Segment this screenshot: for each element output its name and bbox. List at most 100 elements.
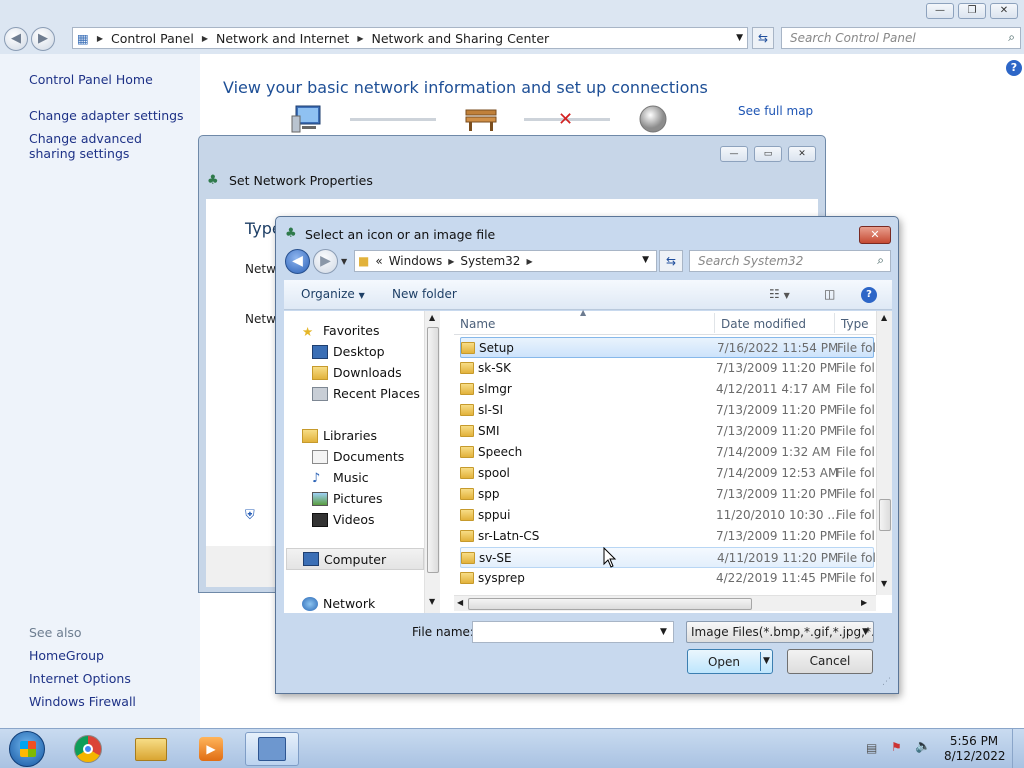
- open-dropdown-icon[interactable]: ▼: [763, 656, 770, 666]
- control-panel-search-input[interactable]: Search Control Panel ⌕: [781, 27, 1021, 49]
- file-row[interactable]: spp 7/13/2009 11:20 PMFile folder: [460, 484, 874, 505]
- change-advanced-sharing-link[interactable]: Change advanced sharing settings: [29, 131, 189, 161]
- show-desktop-button[interactable]: [1012, 729, 1024, 768]
- crumb-arrow-icon[interactable]: ▶: [523, 257, 535, 266]
- nav-computer[interactable]: Computer: [286, 548, 424, 570]
- scroll-up-arrow-icon[interactable]: ▲: [429, 313, 435, 322]
- file-row[interactable]: sk-SK 7/13/2009 11:20 PMFile folder: [460, 358, 874, 379]
- start-button[interactable]: [9, 731, 45, 767]
- search-icon[interactable]: ⌕: [1008, 30, 1015, 45]
- minimize-button[interactable]: —: [926, 3, 954, 19]
- new-folder-button[interactable]: New folder: [392, 287, 457, 301]
- address-bar[interactable]: ▦ ▶ Control Panel ▶ Network and Internet…: [72, 27, 748, 49]
- windows-firewall-link[interactable]: Windows Firewall: [29, 694, 136, 709]
- preview-pane-button[interactable]: ◫: [824, 287, 835, 301]
- column-date-modified[interactable]: Date modified: [721, 317, 806, 331]
- crumb-arrow-icon[interactable]: ▶: [445, 257, 457, 266]
- file-row[interactable]: spool 7/14/2009 12:53 AMFile folder: [460, 463, 874, 484]
- dialog-back-button[interactable]: ◀: [285, 249, 310, 274]
- recent-locations-dropdown-icon[interactable]: ▼: [341, 257, 347, 266]
- file-row[interactable]: sr-Latn-CS 7/13/2009 11:20 PMFile folder: [460, 526, 874, 547]
- see-full-map-link[interactable]: See full map: [738, 104, 813, 118]
- horizontal-scroll-thumb[interactable]: [468, 598, 752, 610]
- file-name-dropdown-icon[interactable]: ▼: [660, 627, 667, 637]
- help-icon[interactable]: ?: [861, 287, 877, 303]
- tray-network-icon[interactable]: ▤: [866, 741, 877, 755]
- explorer-taskbar-button[interactable]: [124, 732, 178, 766]
- control-panel-home-link[interactable]: Control Panel Home: [29, 72, 153, 87]
- change-adapter-settings-link[interactable]: Change adapter settings: [29, 108, 184, 123]
- dialog-refresh-button[interactable]: ⇆: [659, 250, 683, 272]
- column-divider[interactable]: [834, 313, 835, 333]
- taskbar-clock[interactable]: 5:56 PM 8/12/2022: [944, 734, 1006, 764]
- help-icon[interactable]: ?: [1006, 60, 1022, 76]
- file-list-vertical-scrollbar[interactable]: ▲ ▼: [876, 311, 892, 595]
- tray-volume-icon[interactable]: 🔈: [915, 739, 931, 754]
- chrome-taskbar-button[interactable]: [62, 732, 116, 766]
- forward-button[interactable]: ▶: [31, 27, 55, 51]
- nav-favorites[interactable]: ★ Favorites: [302, 323, 379, 339]
- nav-pictures[interactable]: Pictures: [312, 491, 383, 506]
- media-player-taskbar-button[interactable]: ▶: [184, 732, 238, 766]
- breadcrumb-control-panel[interactable]: Control Panel: [107, 31, 198, 46]
- dialog-forward-button[interactable]: ▶: [313, 249, 338, 274]
- nav-libraries[interactable]: Libraries: [302, 428, 377, 443]
- address-dropdown-icon[interactable]: ▼: [732, 33, 747, 43]
- breadcrumb-sharing-center[interactable]: Network and Sharing Center: [367, 31, 553, 46]
- tray-action-center-icon[interactable]: ⚑: [891, 740, 902, 754]
- scroll-down-arrow-icon[interactable]: ▼: [881, 579, 887, 588]
- nav-documents[interactable]: Documents: [312, 449, 404, 464]
- snp-minimize-button[interactable]: —: [720, 146, 748, 162]
- open-button[interactable]: Open ▼: [687, 649, 773, 674]
- cancel-button[interactable]: Cancel: [787, 649, 873, 674]
- file-row[interactable]: sl-SI 7/13/2009 11:20 PMFile folder: [460, 400, 874, 421]
- nav-downloads[interactable]: Downloads: [312, 365, 402, 380]
- breadcrumb-system32[interactable]: System32: [457, 254, 523, 268]
- dialog-address-bar[interactable]: ■ « Windows ▶ System32 ▶ ▼: [354, 250, 657, 272]
- file-row[interactable]: SMI 7/13/2009 11:20 PMFile folder: [460, 421, 874, 442]
- file-name-input[interactable]: [472, 621, 674, 643]
- file-row[interactable]: sv-SE 4/11/2019 11:20 PMFile folder: [460, 547, 875, 568]
- nav-videos[interactable]: Videos: [312, 512, 375, 527]
- nav-recent-places[interactable]: Recent Places: [312, 386, 420, 401]
- close-button[interactable]: ✕: [990, 3, 1018, 19]
- refresh-button[interactable]: ⇆: [752, 27, 774, 49]
- file-list-horizontal-scrollbar[interactable]: ◀ ▶: [454, 595, 876, 611]
- file-row[interactable]: Setup 7/16/2022 11:54 PMFile folder: [460, 337, 875, 358]
- resize-grip-icon[interactable]: ⋰: [882, 677, 891, 687]
- file-row[interactable]: sysprep 4/22/2019 11:45 PMFile folder: [460, 568, 874, 589]
- file-row[interactable]: slmgr 4/12/2011 4:17 AM File folder: [460, 379, 874, 400]
- restore-button[interactable]: ❐: [958, 3, 986, 19]
- change-view-button[interactable]: ☷ ▼: [769, 287, 790, 301]
- address-dropdown-icon[interactable]: ▼: [639, 255, 652, 265]
- scroll-left-arrow-icon[interactable]: ◀: [457, 598, 463, 607]
- internet-options-link[interactable]: Internet Options: [29, 671, 131, 686]
- scroll-right-arrow-icon[interactable]: ▶: [861, 598, 867, 607]
- nav-desktop[interactable]: Desktop: [312, 344, 385, 359]
- dialog-close-button[interactable]: ✕: [859, 226, 891, 244]
- nav-pane-scrollbar[interactable]: ▲ ▼: [424, 311, 440, 613]
- control-panel-taskbar-button[interactable]: [245, 732, 299, 766]
- search-icon[interactable]: ⌕: [877, 253, 884, 268]
- breadcrumb-network-internet[interactable]: Network and Internet: [212, 31, 353, 46]
- column-divider[interactable]: [714, 313, 715, 333]
- breadcrumb-windows[interactable]: Windows: [386, 254, 446, 268]
- file-type-filter-select[interactable]: Image Files(*.bmp,*.gif,*.jpg,*.png) ▼: [686, 621, 874, 643]
- vertical-scroll-thumb[interactable]: [879, 499, 891, 531]
- dialog-search-input[interactable]: Search System32 ⌕: [689, 250, 891, 272]
- scroll-down-arrow-icon[interactable]: ▼: [429, 597, 435, 606]
- nav-music[interactable]: ♪ Music: [312, 470, 369, 486]
- snp-maximize-button[interactable]: ▭: [754, 146, 782, 162]
- snp-close-button[interactable]: ✕: [788, 146, 816, 162]
- back-button[interactable]: ◀: [4, 27, 28, 51]
- column-name[interactable]: Name: [460, 317, 495, 331]
- column-type[interactable]: Type: [841, 317, 869, 331]
- scroll-up-arrow-icon[interactable]: ▲: [881, 313, 887, 322]
- organize-button[interactable]: Organize ▼: [301, 287, 365, 301]
- homegroup-link[interactable]: HomeGroup: [29, 648, 104, 663]
- overflow-chevron-icon[interactable]: «: [372, 254, 385, 268]
- nav-scroll-thumb[interactable]: [427, 327, 439, 573]
- nav-network[interactable]: Network: [302, 596, 375, 611]
- file-row[interactable]: Speech 7/14/2009 1:32 AM File folder: [460, 442, 874, 463]
- file-row[interactable]: sppui 11/20/2010 10:30 ...File folder: [460, 505, 874, 526]
